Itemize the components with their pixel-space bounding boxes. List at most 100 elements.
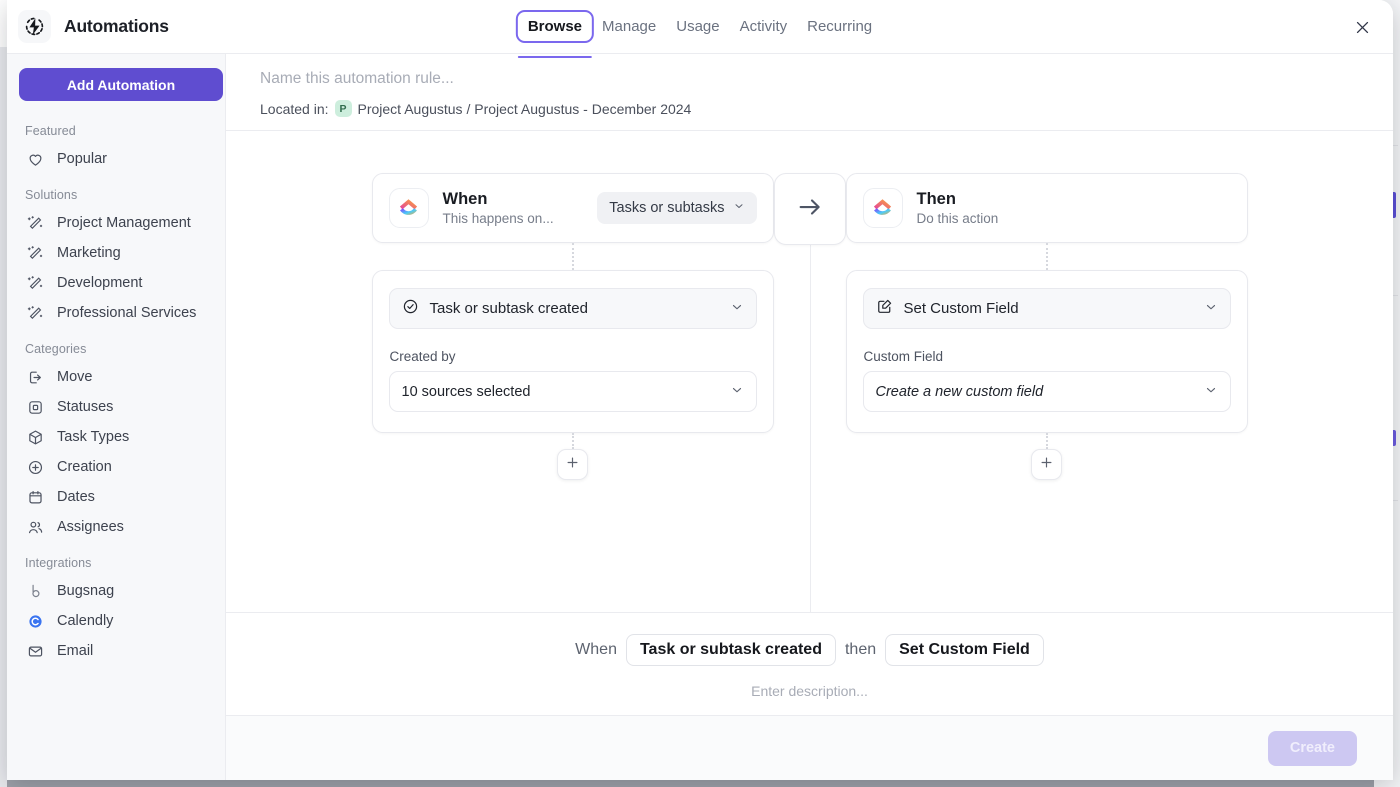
modal-footer: Create	[226, 715, 1393, 780]
background-left-sliver	[0, 0, 7, 787]
bugsnag-icon	[26, 582, 44, 600]
sidebar-item-label: Task Types	[57, 429, 130, 445]
then-column: Then Do this action Set Custom Field Cus…	[845, 173, 1248, 480]
summary-trigger-chip[interactable]: Task or subtask created	[625, 634, 836, 666]
clickup-logo-icon	[862, 188, 903, 228]
tab-bar: Browse Manage Usage Activity Recurring	[515, 0, 881, 58]
rule-name-input[interactable]: Name this automation rule...	[260, 70, 1393, 88]
close-icon[interactable]	[1349, 14, 1375, 40]
sidebar[interactable]: Add Automation Featured Popular Solution…	[7, 54, 226, 780]
cube-icon	[26, 428, 44, 446]
then-header-card: Then Do this action	[845, 173, 1248, 243]
when-header-card: When This happens on... Tasks or subtask…	[371, 173, 774, 243]
action-select[interactable]: Set Custom Field	[862, 288, 1231, 329]
sidebar-item-label: Statuses	[57, 399, 114, 415]
when-header-text: When This happens on...	[443, 190, 554, 226]
people-icon	[26, 518, 44, 536]
add-action-button[interactable]	[1031, 449, 1062, 480]
sidebar-item-calendly[interactable]: Calendly	[7, 606, 225, 636]
sidebar-item-marketing[interactable]: Marketing	[7, 238, 225, 268]
add-trigger-condition-button[interactable]	[557, 449, 588, 480]
sidebar-item-bugsnag[interactable]: Bugsnag	[7, 576, 225, 606]
summary-row: When Task or subtask created then Set Cu…	[226, 634, 1393, 666]
clickup-logo-icon	[388, 188, 429, 228]
tab-recurring[interactable]: Recurring	[798, 12, 881, 41]
sidebar-item-popular[interactable]: Popular	[7, 144, 225, 174]
summary-when-word: When	[575, 641, 617, 658]
tab-browse-label: Browse	[527, 18, 583, 35]
location-path[interactable]: Project Augustus / Project Augustus - De…	[358, 101, 692, 117]
created-by-label: Created by	[389, 349, 456, 364]
flow-canvas: When This happens on... Tasks or subtask…	[226, 131, 1393, 612]
sidebar-item-development[interactable]: Development	[7, 268, 225, 298]
sidebar-item-label: Development	[57, 275, 143, 291]
envelope-icon	[26, 642, 44, 660]
sidebar-item-task-types[interactable]: Task Types	[7, 422, 225, 452]
sidebar-item-move[interactable]: Move	[7, 362, 225, 392]
sidebar-group-solutions: Solutions	[25, 188, 78, 202]
arrow-right-icon	[795, 192, 825, 227]
custom-field-label: Custom Field	[863, 349, 944, 364]
sidebar-item-label: Dates	[57, 489, 95, 505]
then-title: Then	[916, 190, 956, 209]
sidebar-item-label: Project Management	[57, 215, 191, 231]
trigger-select[interactable]: Task or subtask created	[388, 288, 757, 329]
chevron-down-icon	[730, 300, 744, 318]
add-automation-button[interactable]: Add Automation	[19, 68, 223, 101]
sidebar-item-assignees[interactable]: Assignees	[7, 512, 225, 542]
rule-summary: When Task or subtask created then Set Cu…	[226, 612, 1393, 715]
modal-header: Automations Browse Manage Usage Activity…	[7, 0, 1393, 58]
tab-activity[interactable]: Activity	[731, 12, 797, 41]
tab-browse[interactable]: Browse	[515, 10, 595, 58]
action-select-label: Set Custom Field	[903, 300, 1019, 317]
created-by-select[interactable]: 10 sources selected	[388, 371, 757, 412]
tab-usage[interactable]: Usage	[667, 12, 728, 41]
custom-field-value: Create a new custom field	[875, 383, 1044, 400]
custom-field-select[interactable]: Create a new custom field	[862, 371, 1231, 412]
description-input[interactable]: Enter description...	[226, 683, 1393, 699]
sidebar-item-label: Creation	[57, 459, 112, 475]
trigger-select-label: Task or subtask created	[429, 300, 588, 317]
chevron-down-icon	[1204, 300, 1218, 318]
plus-icon	[1039, 455, 1054, 475]
check-circle-icon	[402, 298, 419, 319]
sidebar-group-featured: Featured	[25, 124, 76, 138]
tab-usage-label: Usage	[676, 18, 720, 35]
automation-flow: When This happens on... Tasks or subtask…	[371, 173, 1248, 612]
brand: Automations	[7, 10, 169, 43]
sidebar-item-professional-services[interactable]: Professional Services	[7, 298, 225, 328]
sidebar-item-dates[interactable]: Dates	[7, 482, 225, 512]
when-subtitle: This happens on...	[442, 210, 554, 226]
plus-icon	[565, 455, 580, 475]
tab-recurring-label: Recurring	[807, 18, 873, 35]
sidebar-item-label: Assignees	[57, 519, 124, 535]
magic-wand-icon	[26, 274, 44, 292]
action-card: Set Custom Field Custom Field Create a n…	[845, 270, 1248, 433]
tab-activity-label: Activity	[739, 18, 788, 35]
breadcrumb: Located in: P Project Augustus / Project…	[260, 100, 1393, 117]
magic-wand-icon	[26, 244, 44, 262]
flow-arrow-column	[773, 173, 846, 245]
sidebar-item-label: Email	[57, 643, 94, 659]
sidebar-item-email[interactable]: Email	[7, 636, 225, 666]
chevron-down-icon	[1204, 383, 1218, 401]
sidebar-item-label: Professional Services	[57, 305, 197, 321]
chevron-down-icon	[730, 383, 744, 401]
automations-modal: Automations Browse Manage Usage Activity…	[7, 0, 1393, 780]
scope-dropdown[interactable]: Tasks or subtasks	[597, 192, 757, 224]
project-badge: P	[334, 100, 352, 117]
magic-wand-icon	[26, 214, 44, 232]
then-header-text: Then Do this action	[917, 190, 999, 226]
sidebar-item-label: Bugsnag	[57, 583, 115, 599]
connector-line	[1045, 433, 1048, 449]
tab-manage[interactable]: Manage	[593, 12, 665, 41]
sidebar-item-project-management[interactable]: Project Management	[7, 208, 225, 238]
connector-line	[1045, 243, 1048, 270]
create-button[interactable]: Create	[1267, 730, 1357, 766]
summary-action-chip[interactable]: Set Custom Field	[885, 634, 1044, 666]
sidebar-item-label: Calendly	[57, 613, 114, 629]
trigger-card: Task or subtask created Created by 10 so…	[371, 270, 774, 433]
sidebar-group-categories: Categories	[25, 342, 87, 356]
sidebar-item-creation[interactable]: Creation	[7, 452, 225, 482]
sidebar-item-statuses[interactable]: Statuses	[7, 392, 225, 422]
